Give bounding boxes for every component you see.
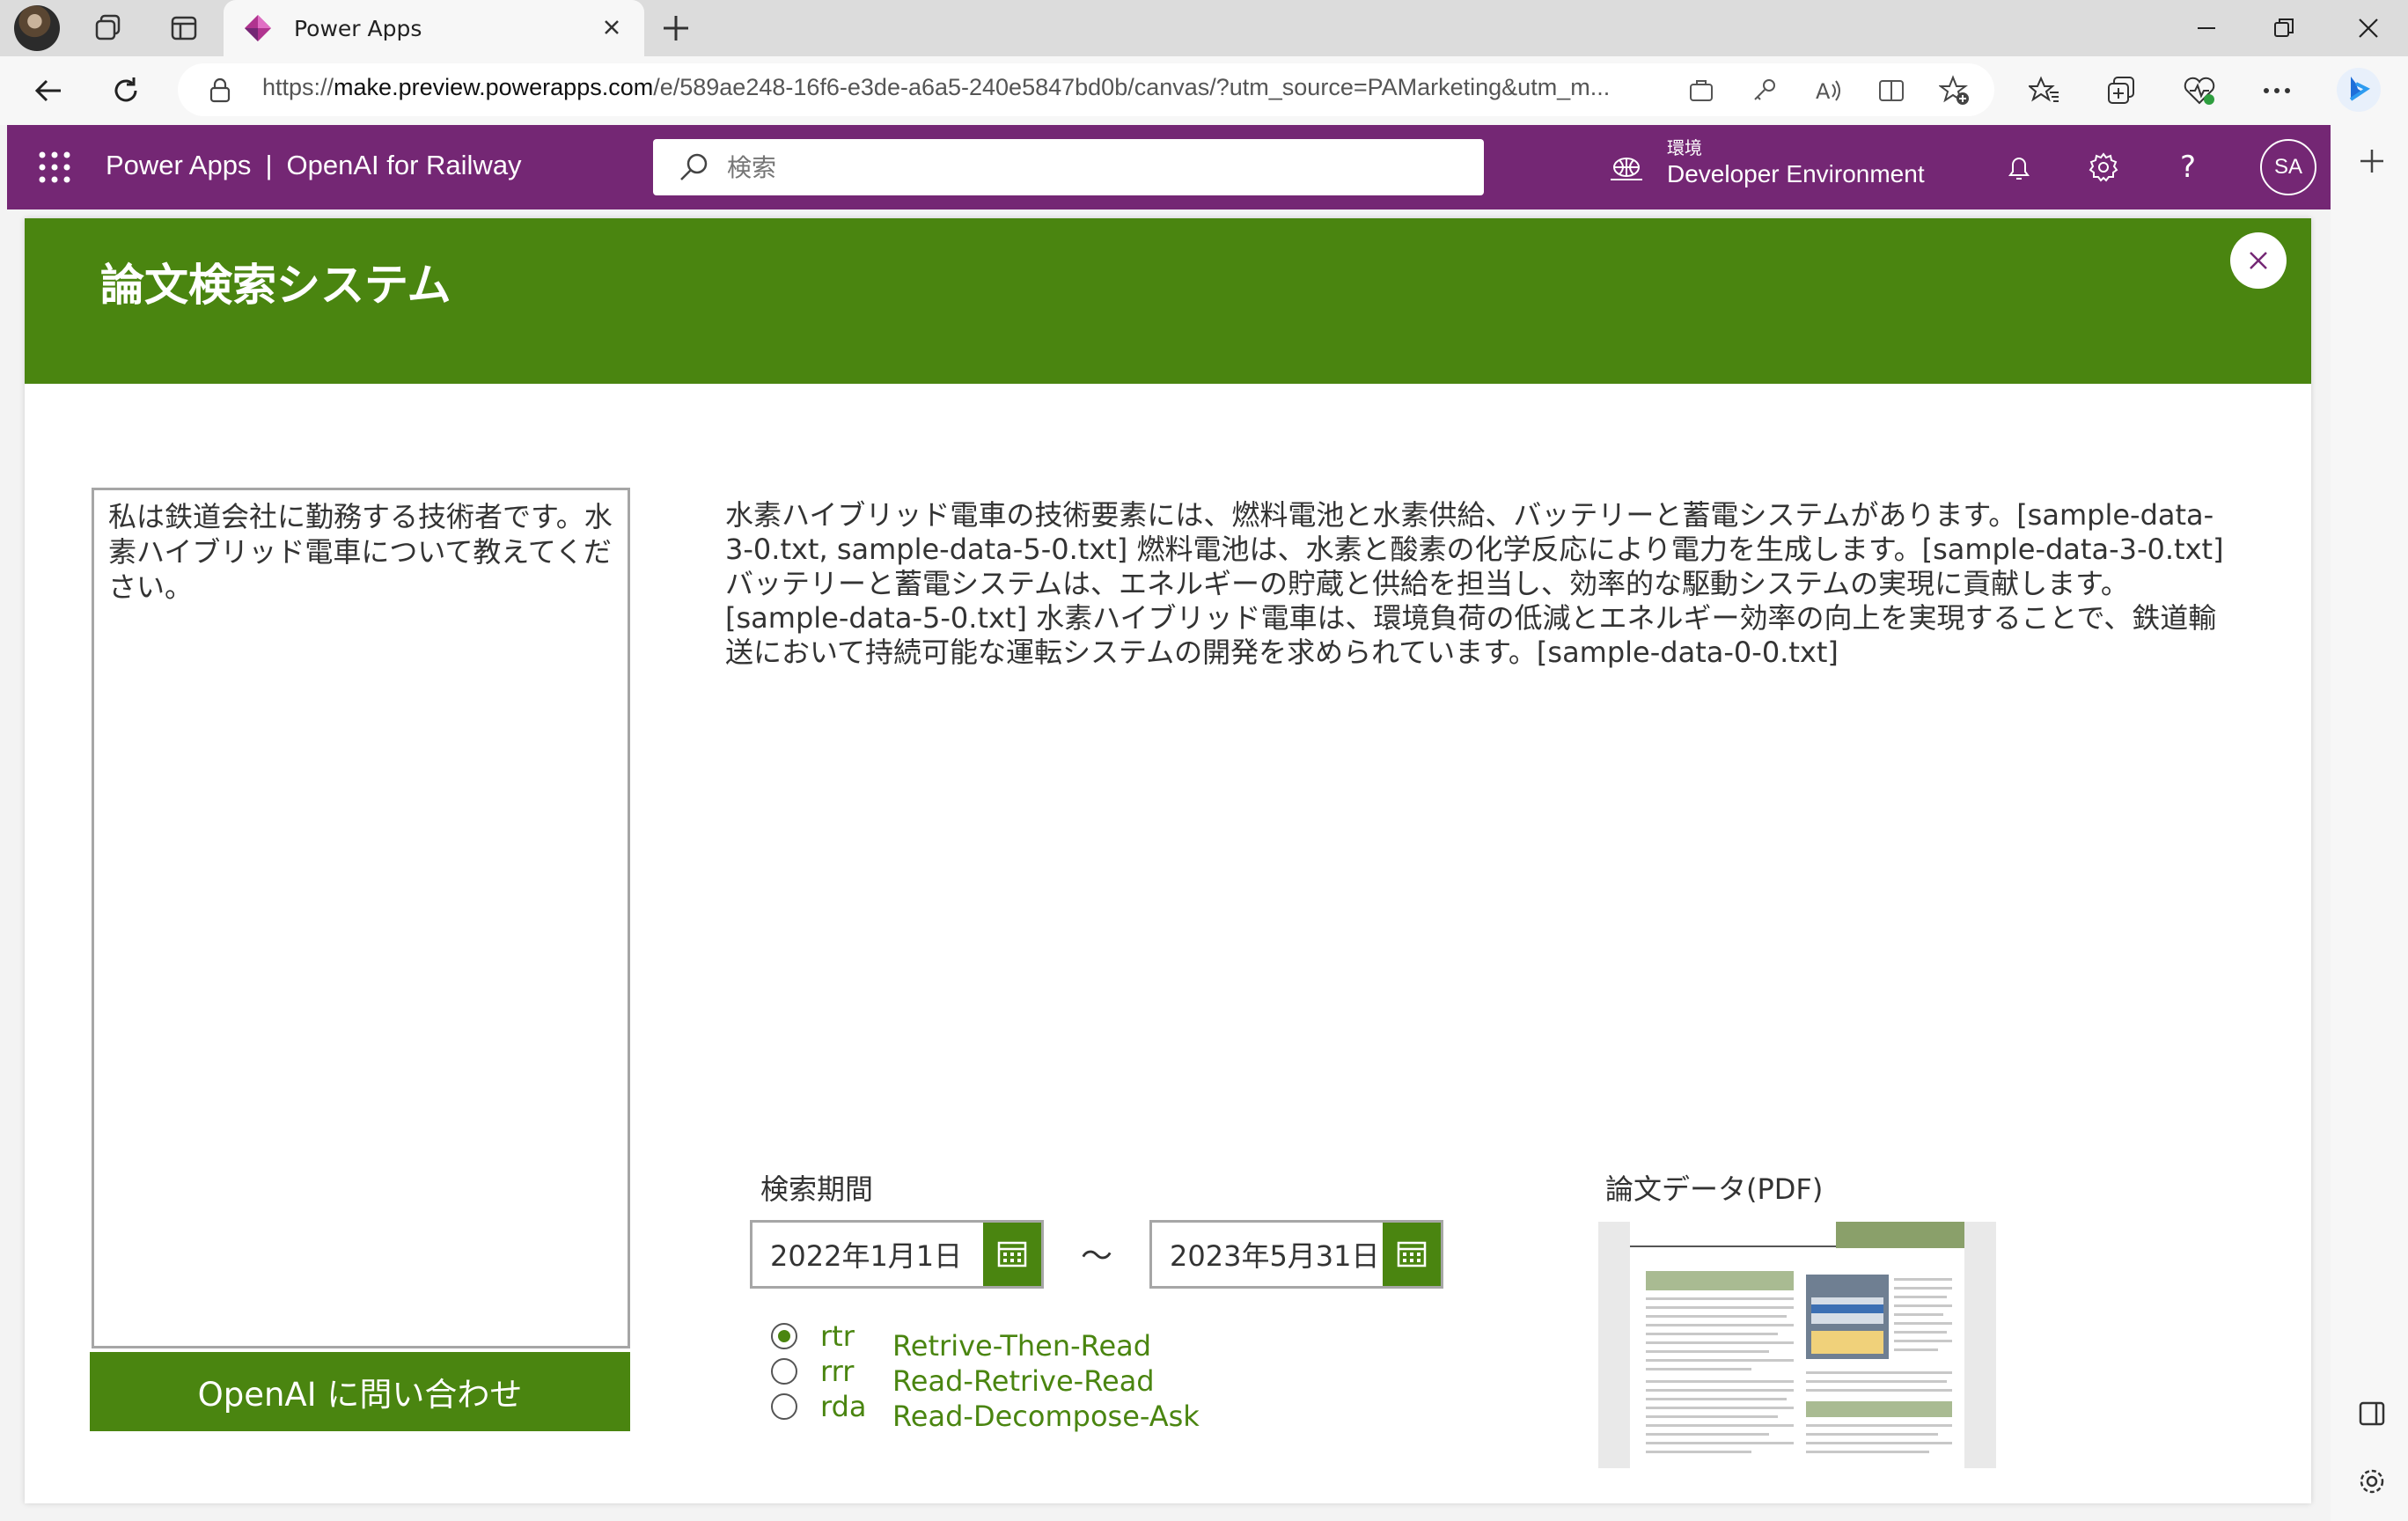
sidebar-settings-icon[interactable] xyxy=(2350,1459,2394,1503)
answer-text: 水素ハイブリッド電車の技術要素には、燃料電池と水素供給、バッテリーと蓄電システム… xyxy=(725,498,2224,669)
radio-unselected[interactable] xyxy=(771,1393,797,1420)
search-box[interactable] xyxy=(653,139,1484,195)
key-icon[interactable] xyxy=(1743,69,1787,113)
date-to-value: 2023年5月31日 xyxy=(1170,1239,1380,1273)
app-title: 論文検索システム xyxy=(100,260,452,311)
calendar-icon[interactable] xyxy=(983,1223,1041,1286)
search-period-label: 検索期間 xyxy=(760,1172,874,1206)
notifications-icon[interactable] xyxy=(1996,144,2042,190)
collections-icon[interactable] xyxy=(2100,69,2144,113)
date-from-picker[interactable]: 2022年1月1日 xyxy=(750,1220,1044,1289)
favorites-icon[interactable] xyxy=(2023,69,2067,113)
close-app-button[interactable] xyxy=(2230,232,2287,289)
app-launcher-icon[interactable] xyxy=(33,146,76,188)
range-separator: ～ xyxy=(1081,1238,1113,1275)
search-input[interactable] xyxy=(727,152,1431,182)
hide-sidebar-icon[interactable] xyxy=(2350,1392,2394,1436)
read-aloud-icon[interactable]: A xyxy=(1806,69,1850,113)
date-from-value: 2022年1月1日 xyxy=(770,1239,963,1273)
powerapps-logo-icon xyxy=(245,15,271,41)
canvas-app: 論文検索システム OpenAI に問い合わせ 水素ハイブリッド電車の技術要素には… xyxy=(25,218,2311,1503)
svg-text:A: A xyxy=(1816,79,1831,104)
browser-profile-avatar[interactable] xyxy=(14,5,60,51)
minimize-icon[interactable] xyxy=(2176,7,2237,49)
more-menu-icon[interactable] xyxy=(2255,69,2299,113)
environment-name[interactable]: Developer Environment xyxy=(1667,160,1925,188)
environment-label: 環境 xyxy=(1667,137,1702,158)
radio-unselected[interactable] xyxy=(771,1358,797,1385)
browser-tab-active[interactable]: Power Apps xyxy=(224,0,644,56)
question-input[interactable] xyxy=(92,488,630,1348)
settings-gear-icon[interactable] xyxy=(2081,144,2126,190)
pdf-label: 論文データ(PDF) xyxy=(1605,1172,1824,1206)
environment-icon xyxy=(1611,158,1642,180)
user-avatar[interactable]: SA xyxy=(2260,139,2316,195)
mode-desc: Retrive-Then-Read xyxy=(892,1329,1152,1363)
radio-selected[interactable] xyxy=(771,1323,797,1349)
copilot-icon[interactable] xyxy=(2332,63,2385,116)
close-icon xyxy=(2250,252,2267,269)
app-header-bar: 論文検索システム xyxy=(25,218,2311,384)
tab-title: Power Apps xyxy=(294,15,422,41)
close-window-icon[interactable] xyxy=(2338,7,2399,49)
product-name: Power Apps xyxy=(106,150,252,180)
vertical-tabs-icon[interactable] xyxy=(160,4,208,52)
mode-desc: Read-Decompose-Ask xyxy=(892,1400,1200,1433)
app-available-icon[interactable] xyxy=(1679,69,1723,113)
split-screen-icon[interactable] xyxy=(1869,69,1913,113)
help-icon[interactable]: ? xyxy=(2165,144,2211,190)
new-tab-icon[interactable] xyxy=(657,9,695,48)
browser-essentials-icon[interactable] xyxy=(2177,69,2221,113)
pdf-page-thumbnail xyxy=(1598,1222,1996,1468)
powerapps-header: Power Apps | OpenAI for Railway 環境 Develop… xyxy=(7,125,2331,209)
app-name: OpenAI for Railway xyxy=(286,150,522,180)
add-favorite-icon[interactable] xyxy=(1933,69,1977,113)
ask-openai-button[interactable]: OpenAI に問い合わせ xyxy=(90,1352,630,1431)
browser-sidebar xyxy=(2331,125,2408,1521)
refresh-icon[interactable] xyxy=(104,69,148,113)
pdf-preview[interactable] xyxy=(1598,1222,1996,1468)
back-arrow-icon[interactable] xyxy=(26,69,70,113)
workspaces-icon[interactable] xyxy=(84,4,132,52)
tab-close-icon[interactable] xyxy=(598,14,625,40)
header-title[interactable]: Power Apps | OpenAI for Railway xyxy=(106,150,522,181)
lock-icon[interactable] xyxy=(208,77,232,104)
calendar-icon[interactable] xyxy=(1383,1223,1441,1286)
date-to-picker[interactable]: 2023年5月31日 xyxy=(1149,1220,1443,1289)
browser-tab-strip: Power Apps xyxy=(0,0,2408,56)
mode-desc: Read-Retrive-Read xyxy=(892,1364,1155,1398)
url-text: https://make.preview.powerapps.com/e/589… xyxy=(262,74,1611,100)
search-icon xyxy=(680,153,708,180)
restore-icon[interactable] xyxy=(2253,7,2315,49)
sidebar-add-icon[interactable] xyxy=(2350,139,2394,183)
title-separator: | xyxy=(265,150,273,180)
